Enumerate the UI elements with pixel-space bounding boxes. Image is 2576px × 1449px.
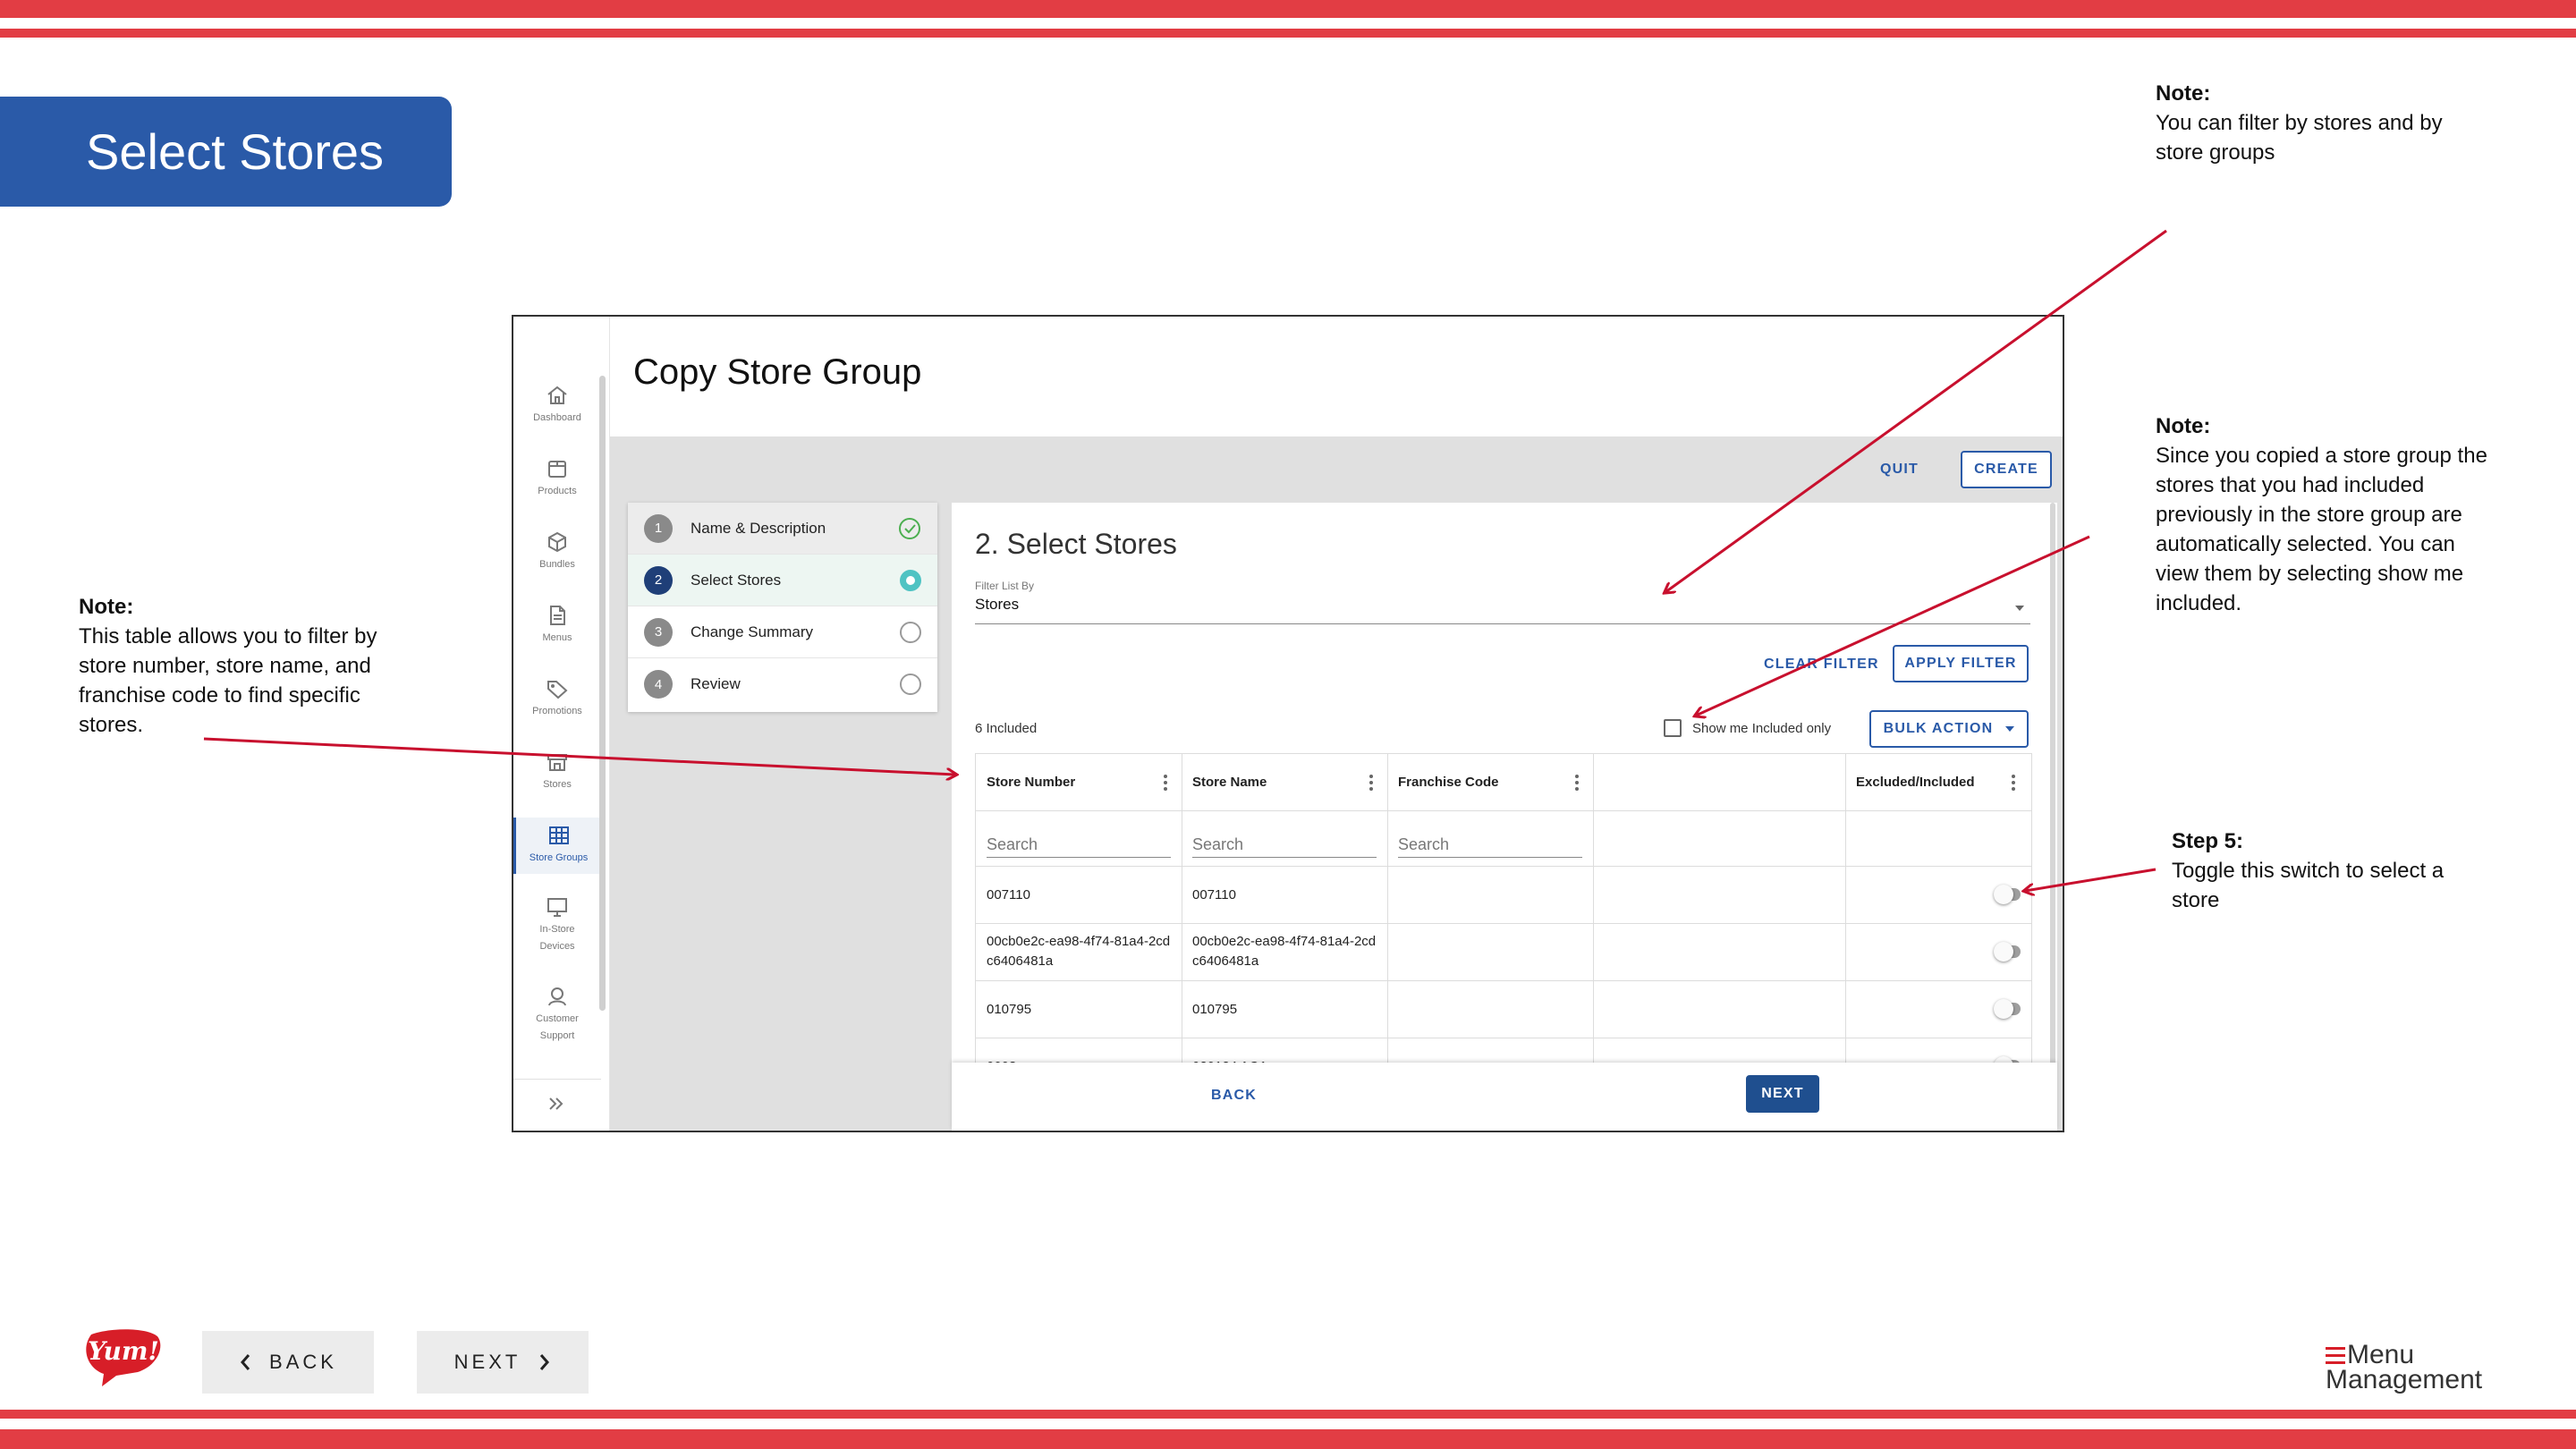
menu-management-logo: Menu Management (2326, 1340, 2487, 1395)
arrow-to-show-included (1696, 535, 2090, 716)
arrow-to-table (203, 737, 955, 775)
menu-management-text-2: Management (2326, 1365, 2483, 1394)
chevron-right-icon (540, 1354, 550, 1370)
arrow-to-filter (1665, 229, 2167, 592)
annotation-arrows (203, 229, 2167, 1449)
slide-back-label: BACK (269, 1351, 337, 1373)
yum-logo-text: Yum! (88, 1336, 159, 1366)
yum-logo: Yum! (84, 1329, 161, 1386)
slide-back-button[interactable]: BACK (202, 1331, 374, 1394)
slide-next-label: NEXT (453, 1351, 521, 1373)
slide-next-button[interactable]: NEXT (417, 1331, 589, 1394)
chevron-left-icon (241, 1354, 250, 1370)
menu-lines-icon (2326, 1347, 2345, 1364)
arrow-to-toggle (2025, 868, 2157, 891)
